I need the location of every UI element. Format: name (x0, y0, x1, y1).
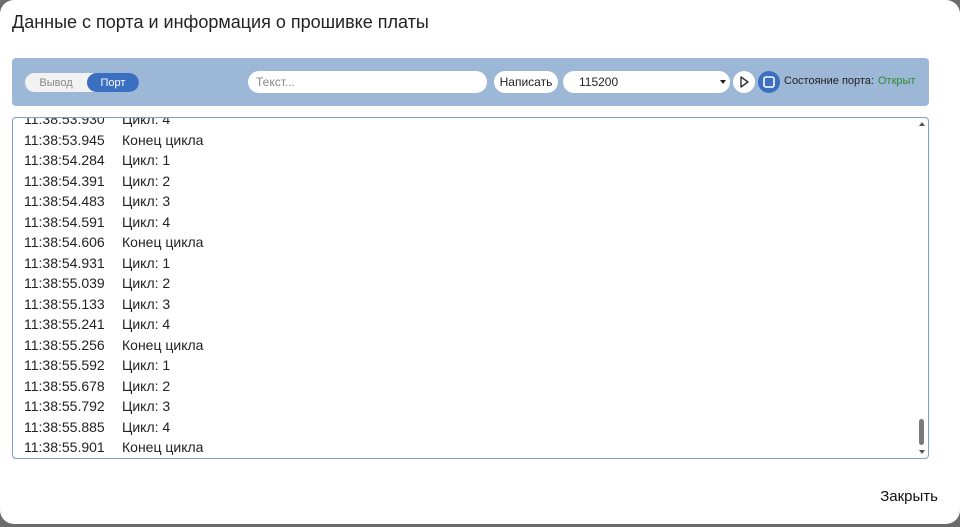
port-toolbar: Вывод Порт Написать 115200 Состояние пор… (12, 58, 929, 106)
scroll-up-arrow-icon[interactable] (919, 122, 925, 126)
dialog-title: Данные с порта и информация о прошивке п… (12, 12, 429, 32)
log-row: 11:38:54.606 Конец цикла (13, 232, 928, 253)
log-row-time: 11:38:54.284 (24, 152, 105, 169)
port-status-value: Открыт (877, 75, 916, 87)
log-row-message: Цикл: 1 (122, 152, 171, 169)
log-row: 11:38:55.901 Конец цикла (13, 437, 928, 458)
log-row-time: 11:38:54.391 (24, 172, 105, 189)
log-row-time: 11:38:55.241 (24, 316, 105, 333)
log-row: 11:38:53.930 Цикл: 4 (13, 117, 928, 130)
log-row-time: 11:38:54.606 (24, 234, 105, 251)
log-row: 11:38:55.678 Цикл: 2 (13, 376, 928, 397)
log-row: 11:38:55.133 Цикл: 3 (13, 294, 928, 315)
log-row-time: 11:38:54.591 (24, 213, 105, 230)
log-row-time: 11:38:55.885 (24, 418, 105, 435)
close-button[interactable]: Закрыть (880, 488, 938, 505)
log-row-message: Цикл: 4 (122, 117, 171, 128)
log-row: 11:38:54.931 Цикл: 1 (13, 253, 928, 274)
log-row: 11:38:55.792 Цикл: 3 (13, 396, 928, 417)
baud-rate-value: 115200 (579, 75, 619, 89)
log-row-time: 11:38:53.930 (24, 117, 105, 128)
log-row-time: 11:38:55.678 (24, 377, 105, 394)
log-row-message: Цикл: 3 (122, 193, 171, 210)
log-row-message: Цикл: 2 (122, 377, 171, 394)
log-row-time: 11:38:53.945 (24, 131, 105, 148)
log-row-time: 11:38:55.901 (24, 439, 105, 456)
stop-icon (763, 76, 775, 88)
log-row-message: Цикл: 2 (122, 172, 171, 189)
log-row-message: Цикл: 1 (122, 357, 171, 374)
log-row: 11:38:53.945 Конец цикла (13, 130, 928, 151)
log-row-message: Конец цикла (122, 439, 204, 456)
log-row-message: Конец цикла (122, 234, 204, 251)
log-row-message: Конец цикла (122, 131, 204, 148)
log-row-time: 11:38:55.592 (24, 357, 105, 374)
chevron-down-icon (720, 80, 726, 84)
log-row: 11:38:54.483 Цикл: 3 (13, 191, 928, 212)
log-row: 11:38:54.591 Цикл: 4 (13, 212, 928, 233)
start-button[interactable] (733, 71, 755, 93)
log-row: 11:38:55.256 Конец цикла (13, 335, 928, 356)
log-rows: 11:38:53.930 Цикл: 4 11:38:53.945 Конец цик… (13, 117, 928, 458)
log-row: 11:38:54.391 Цикл: 2 (13, 171, 928, 192)
log-row-message: Конец цикла (122, 336, 204, 353)
log-row: 11:38:55.039 Цикл: 2 (13, 273, 928, 294)
log-row-message: Цикл: 3 (122, 295, 171, 312)
log-row-message: Цикл: 4 (122, 418, 171, 435)
mode-switch[interactable]: Вывод Порт (25, 73, 139, 92)
log-row: 11:38:55.241 Цикл: 4 (13, 314, 928, 335)
log-row-time: 11:38:55.256 (24, 336, 105, 353)
log-row: 11:38:55.592 Цикл: 1 (13, 355, 928, 376)
log-row-time: 11:38:55.133 (24, 295, 105, 312)
log-row-message: Цикл: 2 (122, 275, 171, 292)
scroll-down-arrow-icon[interactable] (919, 450, 925, 454)
log-row: 11:38:54.284 Цикл: 1 (13, 150, 928, 171)
play-icon (740, 76, 749, 88)
mode-option-output[interactable]: Вывод (25, 73, 87, 92)
log-row: 11:38:55.885 Цикл: 4 (13, 417, 928, 438)
port-log[interactable]: 11:38:53.930 Цикл: 4 11:38:53.945 Конец цик… (12, 117, 929, 459)
port-data-dialog: Данные с порта и информация о прошивке п… (0, 0, 960, 524)
mode-option-port[interactable]: Порт (87, 73, 139, 92)
log-row-time: 11:38:54.931 (24, 254, 105, 271)
log-row-time: 11:38:55.039 (24, 275, 105, 292)
write-button[interactable]: Написать (494, 71, 558, 93)
stop-button[interactable] (758, 71, 780, 93)
log-row-message: Цикл: 4 (122, 213, 171, 230)
log-row-message: Цикл: 1 (122, 254, 171, 271)
port-status-label: Состояние порта: (784, 75, 874, 87)
baud-rate-select[interactable]: 115200 (563, 71, 730, 93)
log-row-message: Цикл: 3 (122, 398, 171, 415)
scrollbar-thumb[interactable] (919, 419, 924, 445)
port-status: Состояние порта: Открыт (784, 75, 915, 87)
log-row-time: 11:38:54.483 (24, 193, 105, 210)
log-row-message: Цикл: 4 (122, 316, 171, 333)
send-text-input[interactable] (248, 71, 487, 93)
log-row-time: 11:38:55.792 (24, 398, 105, 415)
